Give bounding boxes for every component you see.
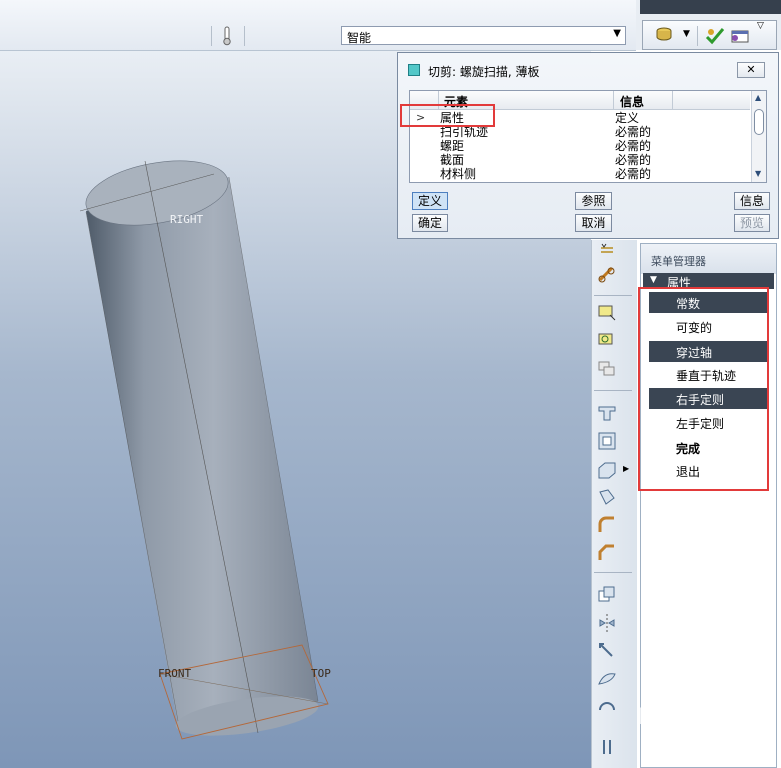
- watermark: Bai 经验 jingyan.baidu.com: [590, 695, 780, 755]
- datum-point-icon[interactable]: [596, 242, 618, 264]
- chain-link-icon[interactable]: [596, 264, 618, 286]
- right-toolbar: ▼ ▽: [642, 20, 777, 50]
- intent-datum-icon[interactable]: [596, 358, 618, 380]
- chevron-down-icon[interactable]: ▽: [757, 21, 764, 31]
- dialog-feature-icon: [408, 64, 420, 76]
- filter-select-value: 智能: [347, 31, 372, 45]
- rib-icon[interactable]: [596, 458, 618, 480]
- scrollbar-thumb[interactable]: [754, 109, 764, 135]
- row-element: 扫引轨迹: [440, 125, 489, 139]
- row-info: 必需的: [615, 139, 652, 153]
- datum-label-front: FRONT: [158, 667, 191, 680]
- chevron-down-icon[interactable]: ▼: [683, 29, 690, 39]
- filter-select[interactable]: 智能 ▼: [341, 26, 626, 45]
- row-element: 截面: [440, 153, 465, 167]
- toolbar-separator: [211, 26, 212, 46]
- toolbar-separator: [594, 295, 632, 296]
- title-strip: [640, 0, 781, 14]
- feature-toolbar: ▶: [591, 240, 637, 768]
- shell-icon[interactable]: [596, 430, 618, 452]
- row-element: 材料侧: [440, 167, 477, 181]
- merge-icon[interactable]: [596, 640, 618, 662]
- table-scrollbar[interactable]: ▲ ▼: [751, 91, 766, 182]
- regenerate-check-icon[interactable]: [705, 26, 725, 46]
- window-icon[interactable]: [729, 27, 751, 45]
- table-row[interactable]: 扫引轨迹 必需的: [410, 125, 750, 139]
- row-info: 必需的: [615, 125, 652, 139]
- table-row[interactable]: 截面 必需的: [410, 153, 750, 167]
- mirror-icon[interactable]: [596, 612, 618, 634]
- info-button[interactable]: 信息: [734, 192, 770, 210]
- close-button[interactable]: ✕: [737, 62, 765, 78]
- cancel-button[interactable]: 取消: [575, 214, 612, 232]
- watermark-brand: Bai 经验: [638, 705, 729, 730]
- chamfer-icon[interactable]: [596, 542, 618, 564]
- datum-label-right: RIGHT: [170, 213, 203, 226]
- round-icon[interactable]: [596, 514, 618, 536]
- datum-label-top: TOP: [311, 667, 331, 680]
- define-button[interactable]: 定义: [412, 192, 448, 210]
- dialog-title: 切剪: 螺旋扫描, 薄板: [428, 65, 540, 79]
- thermometer-icon[interactable]: [220, 26, 234, 46]
- draft-icon[interactable]: [596, 486, 618, 508]
- toolbar-separator: [594, 572, 632, 573]
- menu-manager-title-bar: 菜单管理器: [641, 244, 776, 274]
- watermark-url: jingyan.baidu.com: [652, 733, 754, 746]
- collapse-triangle-icon[interactable]: ▼: [650, 275, 657, 285]
- database-icon[interactable]: [655, 26, 675, 44]
- sketch-detail-icon[interactable]: [596, 330, 618, 352]
- highlight-box-menu-items: [638, 287, 769, 491]
- toolbar-separator: [697, 26, 698, 46]
- chevron-down-icon[interactable]: ▼: [613, 28, 621, 39]
- surface-icon[interactable]: [596, 668, 618, 690]
- table-row[interactable]: 螺距 必需的: [410, 139, 750, 153]
- row-element: 螺距: [440, 139, 465, 153]
- scroll-down-icon[interactable]: ▼: [755, 169, 761, 178]
- top-toolbar: 智能 ▼: [0, 0, 636, 51]
- row-info: 必需的: [615, 153, 652, 167]
- preview-button[interactable]: 预览: [734, 214, 770, 232]
- cut-helical-sweep-dialog: 切剪: 螺旋扫描, 薄板 ✕ 元素 信息 > 属性 定义 扫引轨迹 必需的 螺距…: [397, 52, 779, 239]
- chevron-right-icon[interactable]: ▶: [623, 464, 629, 473]
- copy-icon[interactable]: [596, 584, 618, 606]
- sketch-icon[interactable]: [596, 302, 618, 324]
- ok-button[interactable]: 确定: [412, 214, 448, 232]
- highlight-box-attributes-row: [400, 104, 495, 127]
- column-header-info: 信息: [620, 95, 645, 109]
- menu-manager-title: 菜单管理器: [651, 255, 706, 268]
- scroll-up-icon[interactable]: ▲: [755, 93, 761, 102]
- reference-button[interactable]: 参照: [575, 192, 612, 210]
- extrude-icon[interactable]: [596, 402, 618, 424]
- table-row[interactable]: 材料侧 必需的: [410, 167, 750, 181]
- toolbar-separator: [594, 390, 632, 391]
- toolbar-separator: [244, 26, 245, 46]
- row-info: 必需的: [615, 167, 652, 181]
- row-info: 定义: [615, 111, 640, 125]
